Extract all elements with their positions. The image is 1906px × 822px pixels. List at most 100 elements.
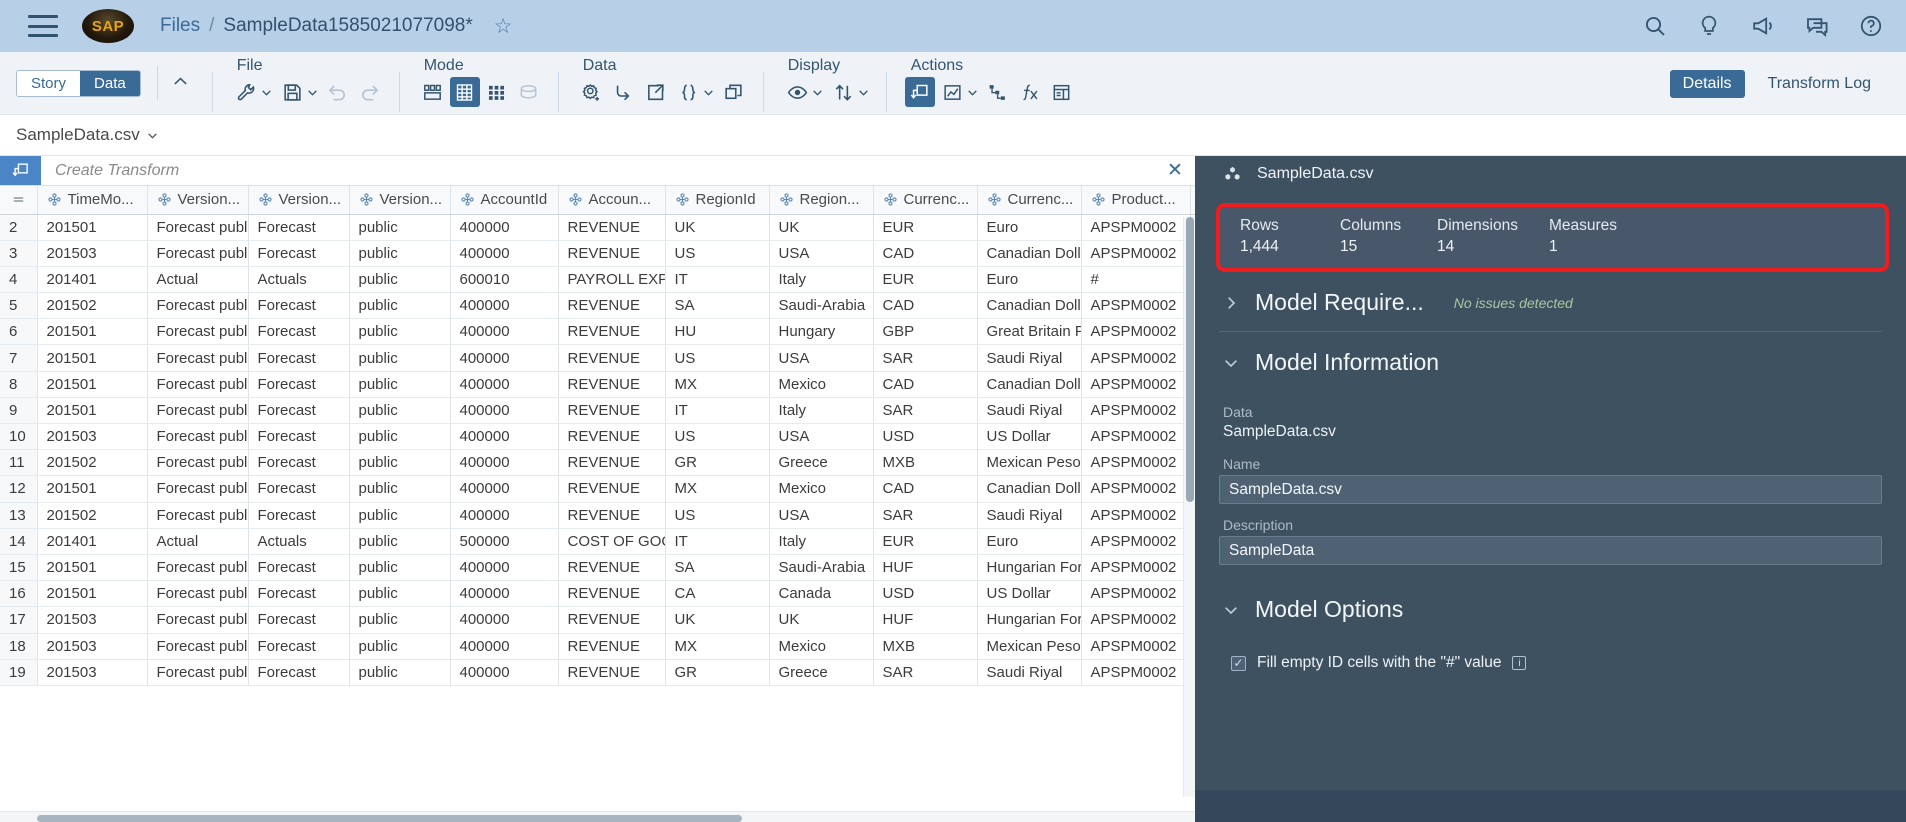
table-cell[interactable]: 201501	[37, 344, 148, 372]
chevron-down-icon[interactable]	[1223, 602, 1239, 618]
table-cell[interactable]: Forecast	[248, 659, 350, 686]
vertical-scrollbar[interactable]	[1183, 217, 1195, 797]
table-cell[interactable]: 201401	[37, 266, 148, 294]
table-cell[interactable]: REVENUE	[558, 344, 666, 372]
table-cell[interactable]: Forecast	[248, 475, 350, 503]
table-cell[interactable]: 400000	[450, 397, 559, 425]
table-cell[interactable]: Forecast publ	[147, 659, 249, 686]
column-header[interactable]: Version...	[248, 186, 350, 215]
table-cell[interactable]: Forecast publ	[147, 449, 249, 477]
table-row[interactable]: 17 201503 Forecast publ Forecast public 40000…	[0, 606, 1195, 634]
table-cell[interactable]: HUF	[873, 606, 978, 634]
table-cell[interactable]: public	[349, 292, 451, 320]
table-cell[interactable]: Saudi-Arabia	[769, 292, 874, 320]
table-cell[interactable]: Forecast publ	[147, 580, 249, 608]
column-header[interactable]: Version...	[349, 186, 451, 215]
column-header[interactable]: Currenc...	[977, 186, 1082, 215]
table-cell[interactable]: REVENUE	[558, 606, 666, 634]
database-view-button[interactable]	[514, 77, 544, 107]
table-cell[interactable]: public	[349, 214, 451, 241]
table-cell[interactable]: CA	[665, 580, 770, 608]
table-row[interactable]: 12 201501 Forecast publ Forecast public 40000…	[0, 475, 1195, 503]
table-cell[interactable]: 201501	[37, 318, 148, 346]
table-cell[interactable]: EUR	[873, 214, 978, 241]
table-cell[interactable]: Forecast	[248, 214, 350, 241]
table-cell[interactable]: 600010	[450, 266, 559, 294]
table-cell[interactable]: public	[349, 502, 451, 529]
table-cell[interactable]: MXB	[873, 633, 978, 660]
table-settings-button[interactable]	[1047, 77, 1077, 107]
table-cell[interactable]: APSPM0002	[1081, 344, 1191, 372]
table-cell[interactable]: public	[349, 240, 451, 267]
row-number[interactable]: 4	[0, 266, 38, 294]
table-cell[interactable]: APSPM0002	[1081, 423, 1191, 451]
table-cell[interactable]: 400000	[450, 606, 559, 634]
table-cell[interactable]: public	[349, 659, 451, 686]
table-cell[interactable]: public	[349, 344, 451, 372]
hierarchy-button[interactable]	[983, 77, 1013, 107]
table-cell[interactable]: USA	[769, 502, 874, 529]
table-cell[interactable]: Forecast	[248, 580, 350, 608]
table-cell[interactable]: Canadian Dollar	[977, 240, 1082, 267]
table-cell[interactable]: APSPM0002	[1081, 449, 1191, 477]
table-cell[interactable]: public	[349, 554, 451, 582]
table-cell[interactable]: Hungarian Forint	[977, 554, 1082, 582]
row-number[interactable]: 11	[0, 449, 38, 477]
chart-menu-button[interactable]	[937, 77, 981, 107]
table-cell[interactable]: PAYROLL EXP: V	[558, 266, 666, 294]
table-cell[interactable]: Forecast	[248, 554, 350, 582]
columns-view-button[interactable]	[418, 77, 448, 107]
table-cell[interactable]: Mexico	[769, 475, 874, 503]
column-header[interactable]: AccountId	[450, 186, 559, 215]
formula-button[interactable]	[1015, 77, 1045, 107]
row-menu-header[interactable]	[0, 186, 38, 215]
table-cell[interactable]: Forecast publ	[147, 423, 249, 451]
table-cell[interactable]: GR	[665, 659, 770, 686]
table-cell[interactable]: Actual	[147, 266, 249, 294]
table-cell[interactable]: Canadian Dollar	[977, 292, 1082, 320]
table-cell[interactable]: Euro	[977, 266, 1082, 294]
table-cell[interactable]: USA	[769, 423, 874, 451]
table-cell[interactable]: Saudi-Arabia	[769, 554, 874, 582]
row-number[interactable]: 2	[0, 214, 38, 241]
table-row[interactable]: 9 201501 Forecast publ Forecast public 400000…	[0, 397, 1195, 425]
redo-button[interactable]	[355, 77, 385, 107]
table-cell[interactable]: SAR	[873, 502, 978, 529]
table-cell[interactable]: 201401	[37, 528, 148, 555]
table-cell[interactable]: public	[349, 449, 451, 477]
create-transform-button[interactable]	[904, 77, 935, 107]
sap-logo[interactable]: SAP	[82, 9, 134, 43]
table-cell[interactable]: GBP	[873, 318, 978, 346]
table-cell[interactable]: APSPM0002	[1081, 214, 1191, 241]
table-cell[interactable]: Forecast	[248, 449, 350, 477]
expression-menu-button[interactable]	[673, 77, 717, 107]
table-cell[interactable]: US Dollar	[977, 580, 1082, 608]
table-cell[interactable]: SAR	[873, 659, 978, 686]
table-cell[interactable]: Forecast	[248, 633, 350, 660]
table-cell[interactable]: Forecast	[248, 423, 350, 451]
table-row[interactable]: 8 201501 Forecast publ Forecast public 400000…	[0, 371, 1195, 398]
table-row[interactable]: 13 201502 Forecast publ Forecast public 40000…	[0, 502, 1195, 529]
table-cell[interactable]: 201503	[37, 240, 148, 267]
table-cell[interactable]: 201502	[37, 502, 148, 529]
table-cell[interactable]: Canadian Dollar	[977, 371, 1082, 398]
row-number[interactable]: 13	[0, 502, 38, 529]
table-cell[interactable]: Actuals	[248, 528, 350, 555]
table-cell[interactable]: REVENUE	[558, 580, 666, 608]
table-cell[interactable]: Greece	[769, 659, 874, 686]
column-header[interactable]: Currenc...	[873, 186, 978, 215]
cells-view-button[interactable]	[482, 77, 512, 107]
transform-icon[interactable]	[0, 156, 41, 185]
table-cell[interactable]: APSPM0002	[1081, 606, 1191, 634]
vertical-scroll-thumb[interactable]	[1186, 217, 1194, 502]
table-row[interactable]: 7 201501 Forecast publ Forecast public 400000…	[0, 344, 1195, 372]
row-number[interactable]: 8	[0, 371, 38, 398]
table-cell[interactable]: Euro	[977, 214, 1082, 241]
table-cell[interactable]: APSPM0002	[1081, 502, 1191, 529]
table-cell[interactable]: US	[665, 240, 770, 267]
table-cell[interactable]: 400000	[450, 449, 559, 477]
row-number[interactable]: 10	[0, 423, 38, 451]
table-cell[interactable]: 400000	[450, 292, 559, 320]
table-cell[interactable]: Saudi Riyal	[977, 344, 1082, 372]
table-row[interactable]: 14 201401 Actual Actuals public 500000 COST OF…	[0, 528, 1195, 555]
